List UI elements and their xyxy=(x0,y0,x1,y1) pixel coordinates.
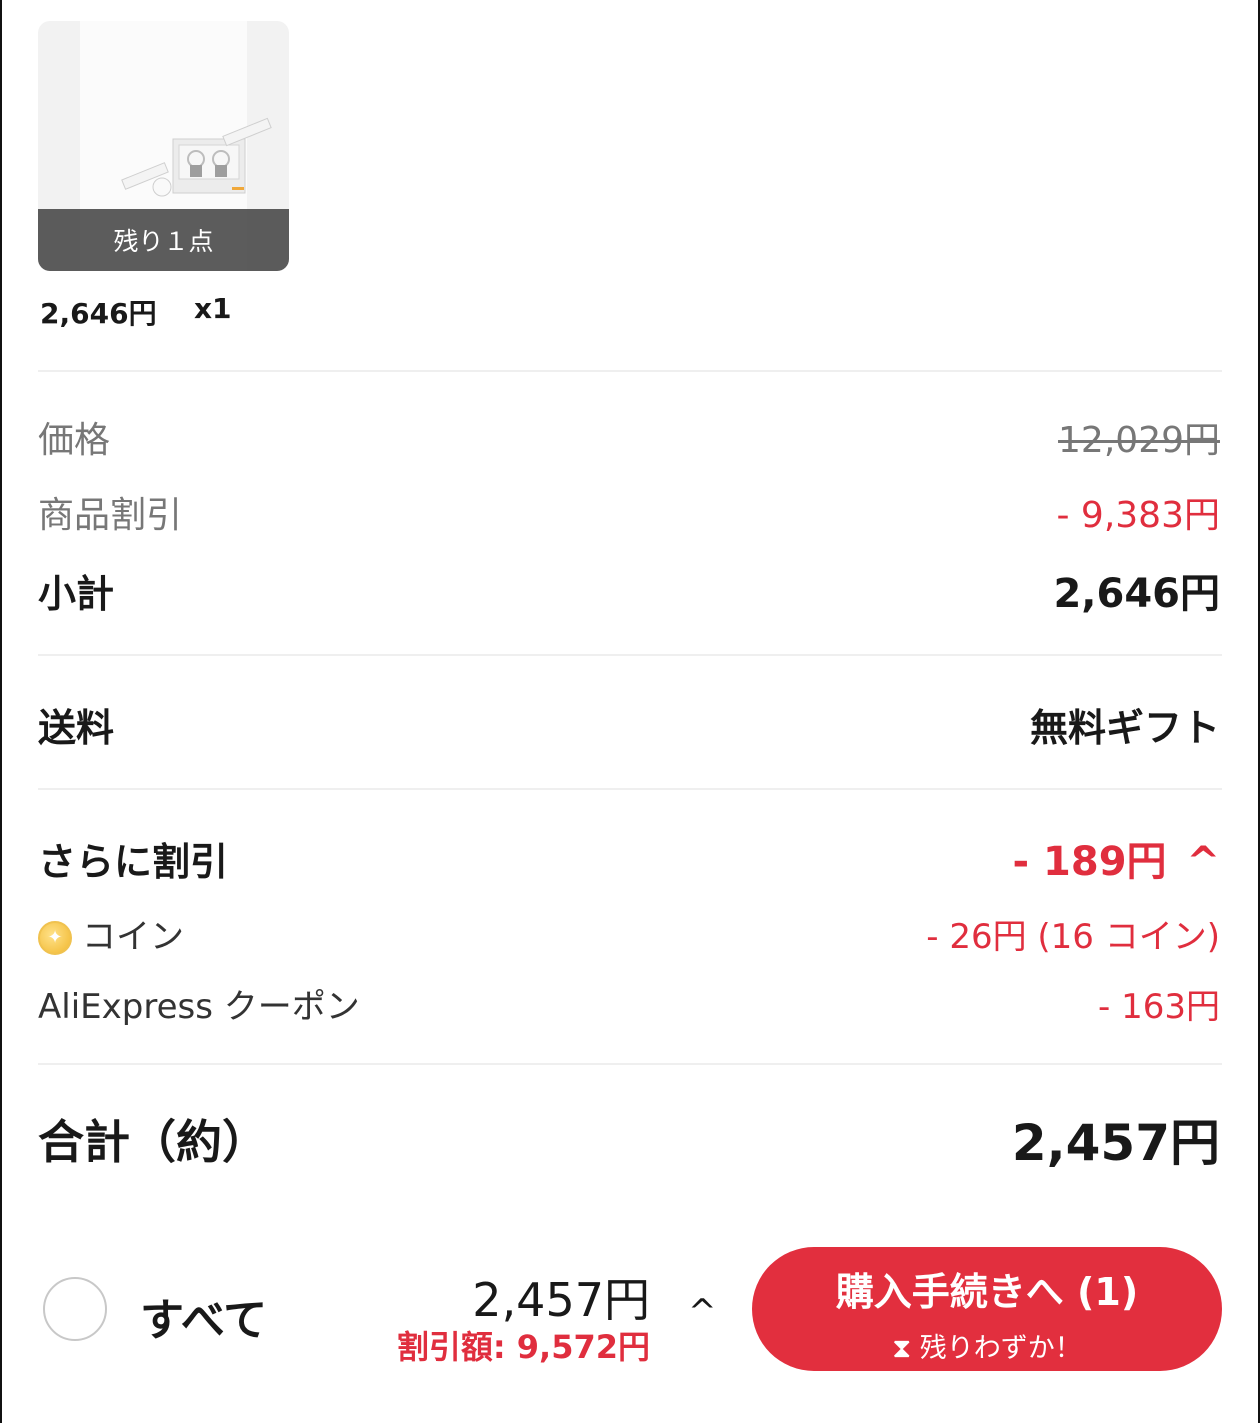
quantity: x1 xyxy=(194,292,232,325)
divider xyxy=(38,1063,1222,1065)
subtotal-label: 小計 xyxy=(38,571,115,616)
extra-discount-label: さらに割引 xyxy=(38,839,229,884)
urgency-line: ⧗ 残りわずか！ xyxy=(752,1326,1222,1365)
extra-discount-toggle[interactable]: - 189円 ^ xyxy=(1013,829,1220,887)
price-label: 価格 xyxy=(38,420,111,461)
checkout-label: 購入手続きへ (1) xyxy=(835,1270,1139,1314)
divider xyxy=(38,788,1222,790)
shipping-label: 送料 xyxy=(38,705,115,750)
price-row: 価格 12,029円 xyxy=(38,412,1220,462)
extra-discount-value: - 189円 xyxy=(1012,839,1167,885)
shipping-row: 送料 無料ギフト xyxy=(38,696,1220,752)
chevron-up-icon[interactable]: ^ xyxy=(688,1292,717,1332)
shipping-value: 無料ギフト xyxy=(1029,705,1220,750)
coin-value: - 26円 (16 コイン) xyxy=(926,916,1220,957)
bar-total: 2,457円 xyxy=(472,1273,650,1327)
coin-row: コイン - 26円 (16 コイン) xyxy=(38,908,1220,958)
urgency-label: 残りわずか！ xyxy=(919,1333,1082,1364)
divider xyxy=(38,654,1222,656)
select-all-label[interactable]: すべて xyxy=(140,1284,267,1348)
total-value: 2,457円 xyxy=(1011,1114,1220,1172)
unit-price: 2,646円 xyxy=(40,297,157,330)
item-discount-label: 商品割引 xyxy=(38,495,183,536)
hourglass-icon: ⧗ xyxy=(892,1333,912,1364)
subtotal-value: 2,646円 xyxy=(1053,571,1220,617)
item-discount-row: 商品割引 - 9,383円 xyxy=(38,487,1220,537)
coin-label-wrap: コイン xyxy=(38,909,184,958)
stock-badge: 残り１点 xyxy=(38,209,289,271)
subtotal-row: 小計 2,646円 xyxy=(38,562,1220,618)
coupon-value: - 163円 xyxy=(1098,986,1220,1027)
original-price: 12,029円 xyxy=(1058,420,1220,461)
chevron-up-icon: ^ xyxy=(1186,839,1220,885)
checkout-button[interactable]: 購入手続きへ (1) ⧗ 残りわずか！ xyxy=(752,1247,1222,1371)
product-image xyxy=(121,117,272,197)
total-label: 合計（約） xyxy=(38,1115,268,1169)
select-all-radio[interactable] xyxy=(43,1277,107,1341)
divider xyxy=(38,370,1222,372)
total-row: 合計（約） 2,457円 xyxy=(38,1106,1220,1172)
coupon-label: AliExpress クーポン xyxy=(38,986,360,1027)
product-thumbnail[interactable]: 残り１点 xyxy=(38,21,289,271)
coupon-row: AliExpress クーポン - 163円 xyxy=(38,978,1220,1028)
coin-label: コイン xyxy=(82,916,184,957)
bar-discount: 割引額: 9,572円 xyxy=(396,1328,650,1366)
checkout-bar: すべて 2,457円 割引額: 9,572円 ^ 購入手続きへ (1) ⧗ 残り… xyxy=(0,1230,1260,1380)
coin-icon xyxy=(38,921,72,955)
extra-discount-row[interactable]: さらに割引 - 189円 ^ xyxy=(38,830,1220,886)
item-discount-value: - 9,383円 xyxy=(1056,495,1221,536)
